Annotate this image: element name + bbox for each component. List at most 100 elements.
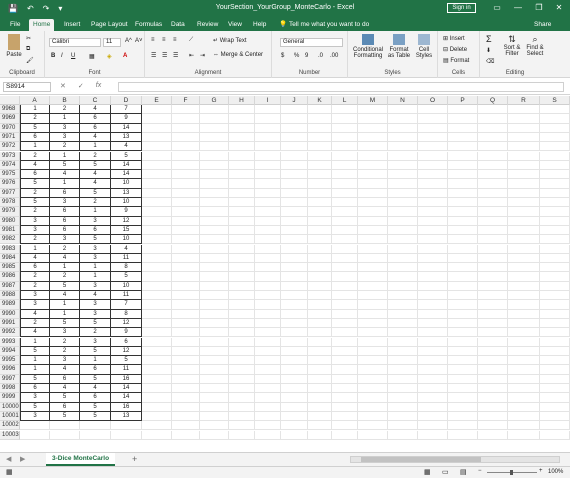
cell[interactable] bbox=[200, 132, 229, 143]
cell[interactable] bbox=[308, 421, 332, 431]
select-all-corner[interactable] bbox=[0, 96, 20, 105]
cell[interactable] bbox=[418, 393, 448, 403]
cell[interactable]: 1 bbox=[50, 179, 80, 189]
cell[interactable]: 5 bbox=[80, 374, 111, 384]
cell[interactable] bbox=[508, 393, 540, 403]
cell[interactable] bbox=[308, 393, 332, 403]
cell[interactable] bbox=[478, 421, 508, 431]
cell[interactable]: 12 bbox=[111, 216, 142, 226]
cell[interactable]: 1 bbox=[50, 300, 80, 310]
row-header[interactable]: 9991 bbox=[0, 318, 20, 329]
cell[interactable] bbox=[418, 272, 448, 282]
cell[interactable] bbox=[388, 430, 418, 440]
cell[interactable]: 3 bbox=[50, 198, 80, 208]
row-header[interactable]: 9974 bbox=[0, 160, 20, 171]
cell[interactable] bbox=[448, 272, 478, 282]
tab-view[interactable]: View bbox=[224, 19, 246, 31]
cell[interactable] bbox=[308, 123, 332, 133]
row-header[interactable]: 9980 bbox=[0, 216, 20, 226]
cell[interactable]: 13 bbox=[111, 132, 142, 143]
cell[interactable] bbox=[540, 188, 570, 198]
cell[interactable] bbox=[229, 356, 255, 366]
cell[interactable]: 3 bbox=[80, 281, 111, 291]
cell[interactable] bbox=[332, 170, 358, 180]
cell[interactable] bbox=[308, 300, 332, 310]
cell[interactable] bbox=[418, 142, 448, 152]
cell[interactable] bbox=[255, 430, 281, 440]
cell[interactable] bbox=[478, 337, 508, 347]
cell[interactable] bbox=[172, 309, 200, 319]
cell[interactable]: 2 bbox=[80, 151, 111, 161]
cell[interactable] bbox=[478, 198, 508, 208]
decrease-decimal-icon[interactable]: .00 bbox=[330, 53, 338, 59]
cell[interactable]: 2 bbox=[50, 272, 80, 282]
align-top-icon[interactable]: ≡ bbox=[151, 37, 155, 43]
cell[interactable] bbox=[172, 430, 200, 440]
cell[interactable] bbox=[540, 318, 570, 329]
cell[interactable]: 8 bbox=[111, 263, 142, 273]
cell[interactable] bbox=[281, 272, 308, 282]
cell[interactable] bbox=[508, 281, 540, 291]
cell[interactable] bbox=[308, 198, 332, 208]
cell[interactable] bbox=[478, 170, 508, 180]
cell[interactable]: 5 bbox=[80, 402, 111, 412]
cell[interactable] bbox=[229, 272, 255, 282]
row-header[interactable]: 9979 bbox=[0, 207, 20, 217]
cell[interactable] bbox=[142, 151, 172, 161]
cell[interactable]: 1 bbox=[50, 309, 80, 319]
cell[interactable]: 14 bbox=[111, 160, 142, 171]
cell[interactable]: 4 bbox=[20, 328, 50, 338]
cell[interactable] bbox=[308, 179, 332, 189]
cell[interactable] bbox=[255, 421, 281, 431]
column-header-k[interactable]: K bbox=[308, 96, 332, 105]
cell[interactable] bbox=[358, 393, 388, 403]
cell[interactable] bbox=[172, 421, 200, 431]
cell[interactable] bbox=[255, 309, 281, 319]
row-header[interactable]: 9997 bbox=[0, 374, 20, 384]
cell[interactable] bbox=[388, 421, 418, 431]
cell[interactable] bbox=[200, 170, 229, 180]
cell[interactable] bbox=[281, 318, 308, 329]
cell[interactable]: 2 bbox=[20, 281, 50, 291]
cell[interactable] bbox=[142, 188, 172, 198]
row-header[interactable]: 9969 bbox=[0, 114, 20, 124]
cell[interactable] bbox=[255, 235, 281, 245]
cell[interactable] bbox=[478, 281, 508, 291]
cell[interactable]: 2 bbox=[50, 337, 80, 347]
restore-button[interactable]: ❐ bbox=[533, 3, 545, 12]
cell[interactable] bbox=[508, 346, 540, 357]
cell[interactable] bbox=[142, 393, 172, 403]
cell[interactable] bbox=[358, 160, 388, 171]
cell[interactable] bbox=[508, 160, 540, 171]
cell[interactable] bbox=[388, 160, 418, 171]
cell[interactable]: 12 bbox=[111, 318, 142, 329]
cell[interactable]: 4 bbox=[20, 160, 50, 171]
cell[interactable] bbox=[200, 263, 229, 273]
cell[interactable]: 1 bbox=[80, 272, 111, 282]
cell[interactable] bbox=[332, 198, 358, 208]
cell[interactable]: 13 bbox=[111, 188, 142, 198]
cell[interactable] bbox=[448, 365, 478, 375]
cell[interactable] bbox=[448, 337, 478, 347]
cell[interactable] bbox=[448, 328, 478, 338]
cell[interactable] bbox=[281, 300, 308, 310]
cell[interactable] bbox=[478, 309, 508, 319]
cell[interactable] bbox=[388, 356, 418, 366]
cell[interactable] bbox=[478, 318, 508, 329]
cell[interactable] bbox=[308, 356, 332, 366]
cell[interactable] bbox=[229, 291, 255, 301]
cell[interactable] bbox=[332, 411, 358, 422]
cell[interactable] bbox=[142, 179, 172, 189]
cell[interactable] bbox=[332, 132, 358, 143]
cell[interactable] bbox=[478, 374, 508, 384]
cell[interactable] bbox=[200, 430, 229, 440]
cell[interactable] bbox=[229, 411, 255, 422]
cell[interactable] bbox=[332, 365, 358, 375]
cell[interactable] bbox=[229, 114, 255, 124]
cell[interactable] bbox=[142, 402, 172, 412]
row-header[interactable]: 9970 bbox=[0, 123, 20, 133]
cell[interactable] bbox=[540, 263, 570, 273]
cell[interactable] bbox=[540, 225, 570, 236]
cell[interactable]: 2 bbox=[20, 207, 50, 217]
cell[interactable] bbox=[281, 151, 308, 161]
